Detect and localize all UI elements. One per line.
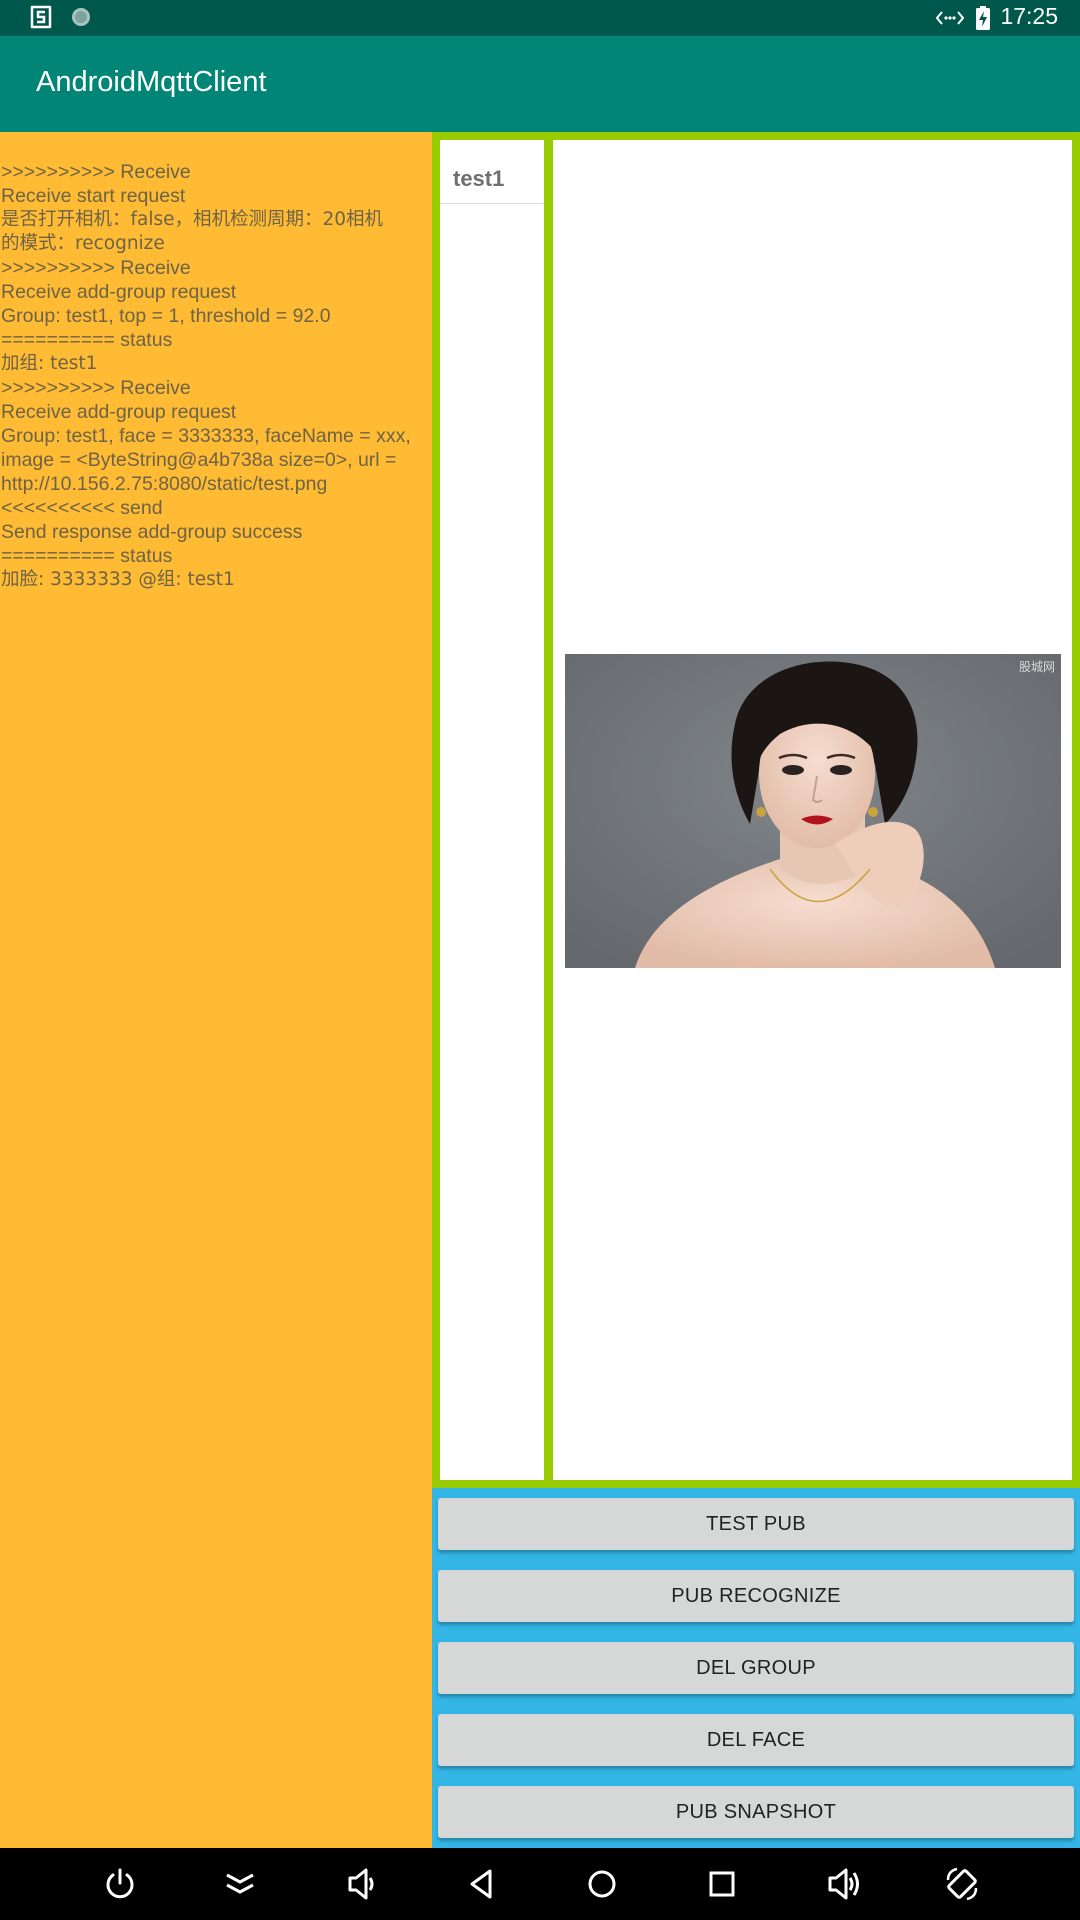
back-icon[interactable]	[464, 1866, 500, 1902]
log-line: Receive start request	[1, 185, 186, 207]
status-bar: 17:25	[0, 0, 1080, 36]
log-line: <<<<<<<<<< send	[1, 497, 163, 519]
del-group-button[interactable]: DEL GROUP	[438, 1642, 1074, 1694]
log-line: 的模式：recognize	[1, 233, 165, 254]
log-line: ========== status	[1, 545, 173, 567]
image-watermark: 股城网	[1018, 660, 1055, 674]
face-photo: 股城网	[565, 654, 1061, 968]
status-time: 17:25	[1000, 3, 1058, 29]
home-icon[interactable]	[584, 1866, 620, 1902]
log-line: Receive add-group request	[1, 281, 237, 303]
log-panel[interactable]: >>>>>>>>>> Receive Receive start request…	[0, 132, 432, 1848]
app-bar: AndroidMqttClient	[0, 36, 1080, 132]
button-panel: TEST PUB PUB RECOGNIZE DEL GROUP DEL FAC…	[432, 1488, 1080, 1848]
battery-charging-icon	[976, 6, 990, 30]
log-line: >>>>>>>>>> Receive	[1, 161, 191, 183]
app-title: AndroidMqttClient	[36, 66, 267, 98]
test-pub-button[interactable]: TEST PUB	[438, 1498, 1074, 1550]
recents-icon[interactable]	[704, 1866, 740, 1902]
log-line: ========== status	[1, 329, 173, 351]
log-line: Receive add-group request	[1, 401, 237, 423]
face-view: 股城网	[553, 140, 1072, 1480]
circle-dot-icon	[72, 8, 90, 26]
log-line: http://10.156.2.75:8080/static/test.png	[1, 473, 328, 495]
collapse-icon[interactable]	[222, 1866, 258, 1902]
volume-down-icon[interactable]	[344, 1866, 380, 1902]
group-list[interactable]: test1	[440, 140, 544, 1480]
log-line: Group: test1, face = 3333333, faceName =…	[1, 425, 411, 447]
app-s-icon	[30, 5, 52, 29]
group-face-panel: test1 股城网	[432, 132, 1080, 1488]
group-item-test1[interactable]: test1	[440, 140, 544, 204]
log-line: Send response add-group success	[1, 521, 303, 543]
power-icon[interactable]	[102, 1866, 138, 1902]
log-line: 加脸: 3333333 @组: test1	[1, 569, 235, 590]
log-line: >>>>>>>>>> Receive	[1, 377, 191, 399]
data-transfer-icon	[936, 11, 964, 25]
navigation-bar	[0, 1848, 1080, 1920]
del-face-button[interactable]: DEL FACE	[438, 1714, 1074, 1766]
pub-recognize-button[interactable]: PUB RECOGNIZE	[438, 1570, 1074, 1622]
volume-up-icon[interactable]	[826, 1866, 862, 1902]
log-line: 加组: test1	[1, 353, 98, 374]
log-line: 是否打开相机：false，相机检测周期：20相机	[1, 209, 384, 230]
log-line: Group: test1, top = 1, threshold = 92.0	[1, 305, 331, 327]
log-line: >>>>>>>>>> Receive	[1, 257, 191, 279]
log-line: image = <ByteString@a4b738a size=0>, url…	[1, 449, 397, 471]
portrait-image	[565, 654, 1061, 968]
pub-snapshot-button[interactable]: PUB SNAPSHOT	[438, 1786, 1074, 1838]
rotate-icon[interactable]	[944, 1866, 980, 1902]
